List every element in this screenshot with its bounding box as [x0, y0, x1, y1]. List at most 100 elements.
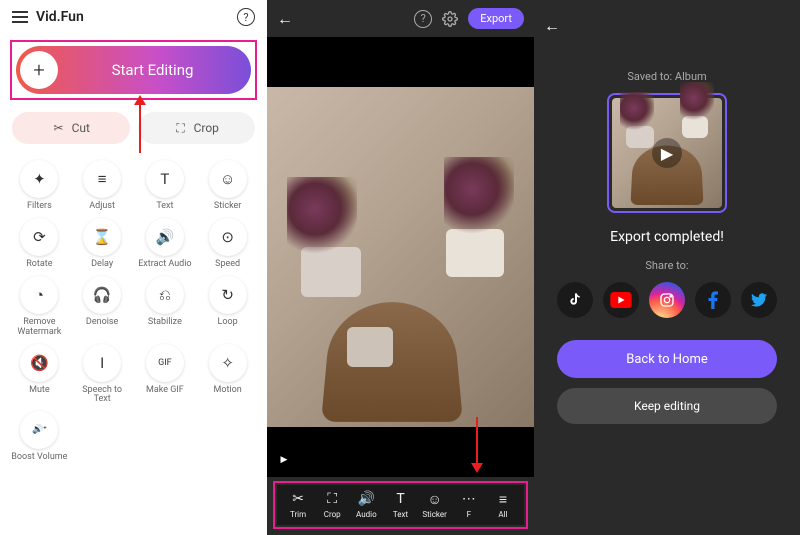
app-title: Vid.Fun	[36, 9, 84, 25]
cut-crop-row: ✂ Cut ⛶ Crop	[0, 102, 267, 154]
toolbar-label: Text	[393, 510, 408, 519]
tool-icon: ✧	[209, 344, 247, 382]
export-thumbnail-frame: ▶	[607, 93, 727, 213]
tool-speech-to-text[interactable]: I Speech to Text	[71, 344, 134, 406]
toolbar-label: Audio	[356, 510, 377, 519]
toolbar-icon: T	[396, 491, 404, 507]
start-editing-label: Start Editing	[58, 61, 247, 79]
toolbar-icon: ⛶	[327, 491, 337, 507]
toolbar-icon: ☺	[427, 491, 441, 507]
tool-icon: 🎧	[83, 276, 121, 314]
toolbar-icon: ⋯	[462, 491, 476, 507]
toolbar-icon: ✂	[292, 491, 304, 507]
tool-label: Make GIF	[146, 386, 184, 396]
tool-extract-audio[interactable]: 🔊 Extract Audio	[134, 218, 197, 270]
plus-icon: +	[20, 51, 58, 89]
cut-button[interactable]: ✂ Cut	[12, 112, 130, 144]
editor-tool-crop[interactable]: ⛶ Crop	[315, 491, 349, 519]
tool-label: Rotate	[26, 260, 52, 270]
tool-label: Mute	[29, 386, 50, 396]
video-preview[interactable]: ▶	[267, 37, 534, 477]
cut-label: Cut	[72, 121, 90, 135]
back-icon[interactable]: ←	[277, 9, 293, 29]
share-to-label: Share to:	[645, 259, 688, 272]
back-icon[interactable]: ←	[544, 16, 560, 36]
tool-sticker[interactable]: ☺ Sticker	[196, 160, 259, 212]
tool-mute[interactable]: 🔇Mute	[8, 344, 71, 406]
export-header: ←	[534, 10, 800, 42]
share-instagram-button[interactable]	[649, 282, 685, 318]
tool-denoise[interactable]: 🎧Denoise	[71, 276, 134, 338]
tool-label: Boost Volume	[11, 453, 67, 463]
share-youtube-button[interactable]	[603, 282, 639, 318]
editor-tool-text[interactable]: T Text	[383, 491, 417, 519]
tool-boost-volume[interactable]: 🔊⁺ Boost Volume	[8, 411, 71, 463]
tool-icon: ⊙	[209, 218, 247, 256]
share-twitter-button[interactable]	[741, 282, 777, 318]
tool-adjust[interactable]: ≡Adjust	[71, 160, 134, 212]
tool-remove-watermark[interactable]: ◔Remove Watermark	[8, 276, 71, 338]
tool-label: Speech to Text	[73, 386, 131, 406]
editor-tool-audio[interactable]: 🔊 Audio	[349, 491, 383, 519]
tool-filters[interactable]: ✦Filters	[8, 160, 71, 212]
tool-label: Extract Audio	[138, 260, 191, 270]
editor-tool-trim[interactable]: ✂Trim	[281, 491, 315, 519]
tool-label: Sticker	[214, 202, 241, 212]
editor-panel: ← ? Export ▶ ✂Trim ⛶ Crop 🔊 Audio T Text ☺Stick…	[267, 0, 534, 535]
export-status: Export completed!	[610, 229, 724, 245]
editor-tool-all[interactable]: ≡All	[486, 491, 520, 519]
crop-button[interactable]: ⛶ Crop	[138, 112, 256, 144]
home-header: Vid.Fun ?	[0, 0, 267, 34]
tool-icon: ☺	[209, 160, 247, 198]
home-panel: Vid.Fun ? + Start Editing ✂ Cut ⛶ Crop ✦…	[0, 0, 267, 535]
editor-tool-sticker[interactable]: ☺Sticker	[418, 491, 452, 519]
back-to-home-button[interactable]: Back to Home	[557, 340, 777, 378]
tool-icon: ◔	[20, 276, 58, 314]
tool-icon: GIF	[146, 344, 184, 382]
video-frame	[267, 87, 534, 427]
tool-text[interactable]: T Text	[134, 160, 197, 212]
gear-icon[interactable]	[442, 11, 458, 27]
share-tiktok-button[interactable]	[557, 282, 593, 318]
tool-stabilize[interactable]: ⎌Stabilize	[134, 276, 197, 338]
menu-icon[interactable]	[12, 11, 28, 23]
tool-icon: 🔊⁺	[20, 411, 58, 449]
editor-header: ← ? Export	[267, 0, 534, 37]
tool-label: Adjust	[89, 202, 115, 212]
share-facebook-button[interactable]	[695, 282, 731, 318]
scissors-icon: ✂	[52, 121, 66, 135]
tool-icon: ⎌	[146, 276, 184, 314]
tool-icon: ✦	[20, 160, 58, 198]
editor-toolbar: ✂Trim⛶Crop🔊AudioTText☺Sticker⋯F≡All	[277, 485, 524, 525]
export-button[interactable]: Export	[468, 8, 524, 29]
toolbar-icon: 🔊	[358, 491, 375, 507]
export-thumbnail[interactable]: ▶	[612, 98, 722, 208]
help-icon[interactable]: ?	[414, 10, 432, 28]
help-icon[interactable]: ?	[237, 8, 255, 26]
tool-motion[interactable]: ✧ Motion	[196, 344, 259, 406]
play-button[interactable]: ▶	[273, 449, 295, 471]
tool-label: Text	[156, 202, 173, 212]
editor-tool-f[interactable]: ⋯F	[452, 491, 486, 519]
toolbar-icon: ≡	[499, 491, 507, 507]
crop-label: Crop	[194, 121, 219, 135]
tool-icon: ↻	[209, 276, 247, 314]
crop-icon: ⛶	[174, 121, 188, 135]
tool-icon: T	[146, 160, 184, 198]
share-row	[557, 282, 777, 318]
tool-delay[interactable]: ⌛Delay	[71, 218, 134, 270]
toolbar-label: F	[467, 510, 471, 519]
tool-rotate[interactable]: ⟳ Rotate	[8, 218, 71, 270]
export-panel: ← Saved to: Album ▶ Export completed! Sh…	[534, 0, 800, 535]
tool-icon: I	[83, 344, 121, 382]
tool-make-gif[interactable]: GIF Make GIF	[134, 344, 197, 406]
start-editing-button[interactable]: + Start Editing	[16, 46, 251, 94]
keep-editing-button[interactable]: Keep editing	[557, 388, 777, 424]
tool-label: Motion	[214, 386, 242, 396]
toolbar-label: Crop	[324, 510, 341, 519]
tool-loop[interactable]: ↻Loop	[196, 276, 259, 338]
tool-icon: 🔊	[146, 218, 184, 256]
tool-speed[interactable]: ⊙Speed	[196, 218, 259, 270]
tool-icon: ⟳	[20, 218, 58, 256]
tools-grid: ✦Filters≡Adjust T Text ☺ Sticker ⟳ Rotate ⌛Dela…	[0, 154, 267, 469]
